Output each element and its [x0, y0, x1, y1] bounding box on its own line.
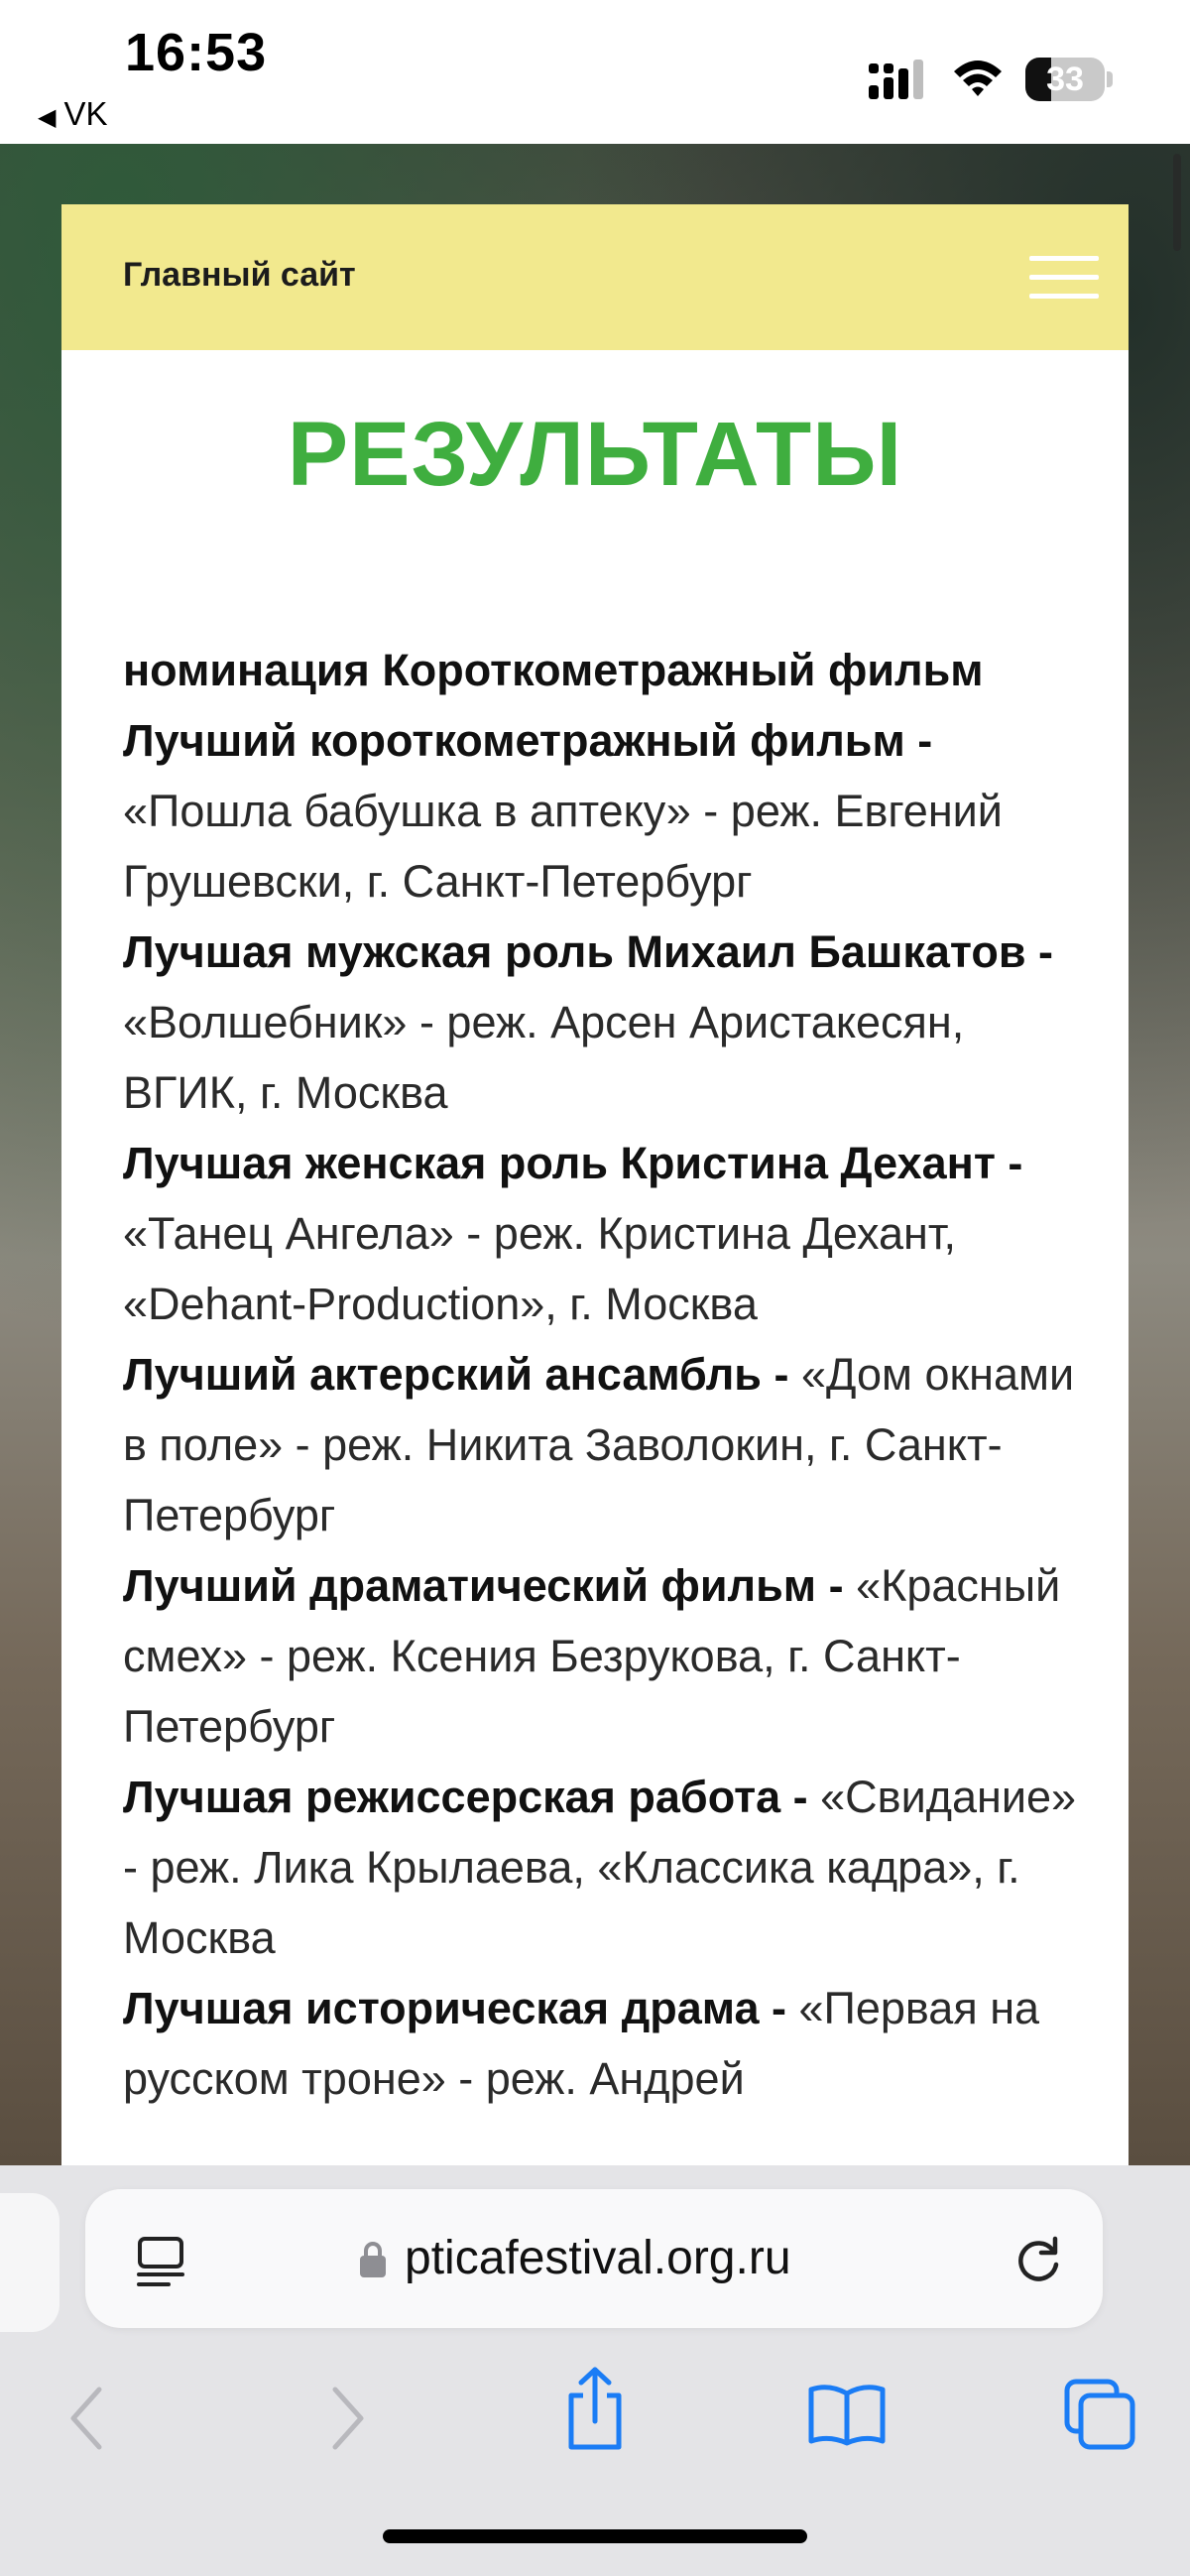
result-nomination: Лучший драматический фильм -	[123, 1560, 857, 1611]
result-nomination: Лучшая женская роль Кристина Дехант -	[123, 1138, 1023, 1188]
back-triangle-icon: ◀	[38, 104, 57, 131]
result-winner: «Пошла бабушка в аптеку» - реж. Евгений …	[123, 786, 1003, 907]
result-nomination: Лучший актерский ансамбль -	[123, 1349, 801, 1400]
lock-icon	[360, 2242, 386, 2277]
main-site-link[interactable]: Главный сайт	[123, 256, 356, 295]
battery-percent: 33	[1046, 61, 1084, 98]
result-entry: Лучшая женская роль Кристина Дехант - «Т…	[123, 1128, 1095, 1339]
result-entry: Лучший драматический фильм - «Красный см…	[123, 1550, 1095, 1762]
hamburger-menu-icon[interactable]	[1029, 256, 1099, 300]
battery-icon: 33	[1025, 58, 1105, 101]
site-header: Главный сайт	[61, 204, 1129, 350]
wifi-icon	[954, 61, 1002, 96]
forward-arrow-icon[interactable]	[325, 2384, 369, 2453]
navigation-row	[0, 2364, 1190, 2483]
back-to-app-link[interactable]: ◀ VK	[38, 95, 108, 133]
share-icon[interactable]	[561, 2364, 629, 2453]
result-entry: Лучшая режиссерская работа - «Свидание» …	[123, 1762, 1095, 1973]
tabs-icon[interactable]	[1063, 2378, 1136, 2451]
result-nomination: Лучшая мужская роль Михаил Башкатов -	[123, 926, 1054, 977]
browser-toolbar: pticafestival.org.ru	[0, 2165, 1190, 2576]
results-list: номинация Короткометражный фильм Лучший к…	[123, 635, 1095, 2114]
result-nomination: Лучшая историческая драма -	[123, 1983, 799, 2033]
result-nomination: Лучшая режиссерская работа -	[123, 1772, 821, 1822]
result-entry: номинация Короткометражный фильм	[123, 635, 1095, 705]
result-entry: Лучшая мужская роль Михаил Башкатов - «В…	[123, 917, 1095, 1128]
page-title: РЕЗУЛЬТАТЫ	[287, 404, 903, 505]
clock: 16:53	[125, 23, 268, 82]
reader-mode-icon[interactable]	[135, 2235, 186, 2288]
result-winner: «Танец Ангела» - реж. Кристина Дехант, «…	[123, 1208, 956, 1329]
result-entry: Лучшая историческая драма - «Первая на р…	[123, 1973, 1095, 2114]
address-bar[interactable]: pticafestival.org.ru	[85, 2189, 1103, 2328]
status-bar: 16:53 ◀ VK 33	[0, 0, 1190, 144]
battery-tip	[1107, 71, 1113, 87]
result-nomination: Лучший короткометражный фильм -	[123, 715, 933, 766]
previous-tab-peek[interactable]	[0, 2193, 60, 2332]
reload-icon[interactable]	[1012, 2233, 1065, 2286]
result-entry: Лучший актерский ансамбль - «Дом окнами …	[123, 1339, 1095, 1550]
content-card: Главный сайт РЕЗУЛЬТАТЫ номинация Коротк…	[61, 204, 1129, 2188]
back-app-label: VK	[63, 95, 108, 132]
home-indicator[interactable]	[383, 2529, 807, 2543]
result-entry: Лучший короткометражный фильм - «Пошла б…	[123, 705, 1095, 917]
cellular-signal-icon	[869, 60, 923, 99]
result-nomination: номинация Короткометражный фильм	[123, 645, 984, 695]
back-arrow-icon[interactable]	[65, 2384, 109, 2453]
result-winner: «Волшебник» - реж. Арсен Аристакесян, ВГ…	[123, 997, 965, 1118]
url-text[interactable]: pticafestival.org.ru	[405, 2231, 791, 2285]
bookmarks-icon[interactable]	[807, 2382, 887, 2447]
scroll-indicator[interactable]	[1173, 154, 1181, 251]
